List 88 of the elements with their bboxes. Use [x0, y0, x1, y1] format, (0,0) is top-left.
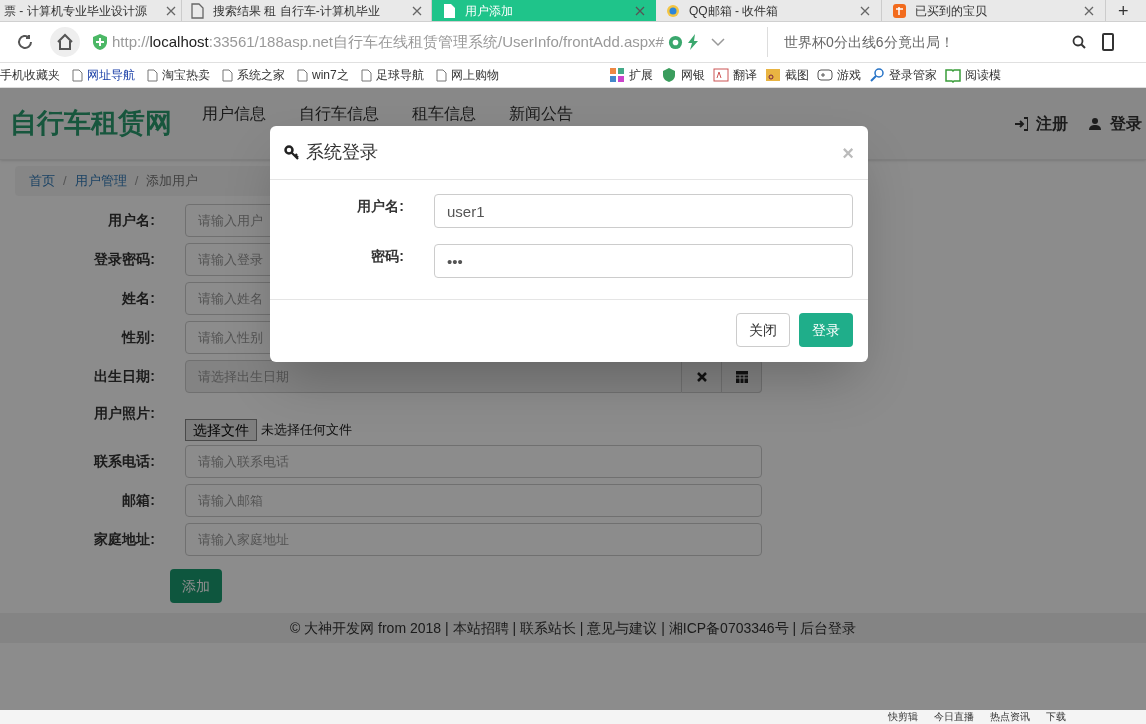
breadcrumb-separator: /: [63, 172, 67, 191]
toolbar-button[interactable]: 截图: [784, 66, 809, 84]
toolbar-button[interactable]: 网银: [680, 66, 705, 84]
home-button[interactable]: [50, 27, 80, 57]
bookmark-link[interactable]: 系统之家: [237, 66, 285, 84]
browser-tab[interactable]: 票 - 计算机专业毕业设计源: [0, 0, 182, 21]
field-label: 出生日期:: [93, 367, 155, 386]
sign-in-icon: [1014, 116, 1028, 131]
page-icon: [442, 2, 457, 19]
nav-link[interactable]: 自行车信息: [299, 102, 379, 126]
toolbar-button[interactable]: 扩展: [628, 66, 653, 84]
field-label: 姓名:: [121, 289, 155, 308]
nav-link[interactable]: 注册: [1036, 111, 1068, 136]
calendar-button[interactable]: [722, 360, 762, 393]
home-icon: [56, 33, 74, 51]
close-button[interactable]: 关闭: [736, 313, 790, 347]
field-label: 性别:: [120, 328, 155, 347]
shield-icon: [92, 33, 108, 51]
bookmark-link[interactable]: win7之: [312, 66, 349, 84]
dialog-title: 系统登录: [306, 141, 378, 164]
field-label: 用户名:: [107, 211, 155, 230]
lightning-icon: [686, 34, 699, 50]
search-hint[interactable]: 世界杯0分出线6分竟出局！: [784, 31, 1064, 53]
nav-link[interactable]: 新闻公告: [509, 102, 573, 126]
close-icon[interactable]: [411, 4, 423, 17]
field-label: 用户照片:: [93, 404, 155, 423]
page-icon: [147, 68, 158, 82]
url-text: http://localhost:33561/188asp.net自行车在线租赁管理系统/UserInfo/frontAdd.aspx#: [112, 31, 664, 52]
text-field[interactable]: user1: [434, 194, 853, 228]
grid-icon: [608, 67, 625, 83]
status-item[interactable]: 下载: [1046, 712, 1066, 722]
close-icon[interactable]: [859, 4, 871, 17]
field-label: 登录密码:: [93, 250, 155, 269]
close-icon[interactable]: [1083, 4, 1095, 17]
mail-icon: [666, 2, 681, 19]
browser-tab[interactable]: QQ邮箱 - 收件箱: [656, 0, 882, 21]
nav-link[interactable]: 用户信息: [202, 102, 266, 126]
breadcrumb-separator: /: [134, 172, 139, 191]
new-tab-button[interactable]: +: [1106, 0, 1141, 21]
clear-button[interactable]: [682, 360, 722, 393]
page-icon: [360, 68, 372, 82]
page-icon: [297, 68, 308, 82]
page-icon: [190, 2, 205, 19]
shop-icon: [892, 2, 907, 19]
browser-tab[interactable]: 已买到的宝贝: [882, 0, 1106, 21]
address-bar[interactable]: http://localhost:33561/188asp.net自行车在线租赁管理系统/UserInfo/frontAdd.aspx#: [88, 27, 768, 57]
close-icon[interactable]: [634, 4, 646, 17]
dropdown-icon[interactable]: [710, 37, 725, 47]
status-item[interactable]: 今日直播: [934, 712, 974, 722]
footer-text: © 大神开发网 from 2018 | 本站招聘 | 联系站长 | 意见与建议 | 湘ICP备0703346号 | 后台登录: [289, 618, 857, 638]
status-item[interactable]: 快剪辑: [888, 712, 918, 722]
page-icon: [222, 68, 233, 82]
bookmark-link[interactable]: 网址导航: [87, 66, 135, 84]
bookmark-link[interactable]: 网上购物: [450, 66, 499, 84]
bookmark-link[interactable]: 手机收藏夹: [0, 66, 60, 84]
nav-link[interactable]: 登录: [1110, 111, 1142, 136]
book-icon: [944, 67, 961, 83]
reload-icon[interactable]: [16, 33, 34, 51]
toolbar-button[interactable]: 阅读模: [964, 66, 1001, 84]
close-icon[interactable]: [165, 4, 177, 17]
bookmark-link[interactable]: 足球导航: [375, 66, 424, 84]
translate-icon: [712, 67, 729, 83]
breadcrumb-current: 添加用户: [146, 172, 199, 191]
toolbar-button[interactable]: 登录管家: [888, 66, 937, 84]
calendar-icon: [734, 369, 749, 384]
gamepad-icon: [816, 67, 833, 83]
field-label: 邮箱:: [121, 491, 155, 510]
field-label: 用户名:: [356, 197, 404, 216]
field-label: 密码:: [370, 247, 404, 266]
search-icon[interactable]: [1072, 35, 1086, 49]
bookmark-link[interactable]: 淘宝热卖: [162, 66, 210, 84]
user-icon: [1088, 116, 1102, 131]
text-field[interactable]: •••: [434, 244, 853, 278]
page-icon: [435, 68, 447, 82]
field-label: 家庭地址:: [93, 530, 155, 549]
tablet-icon[interactable]: [1102, 33, 1114, 51]
toolbar-button[interactable]: 翻译: [732, 66, 757, 84]
choose-file-button[interactable]: 选择文件: [185, 419, 257, 441]
file-status: 未选择任何文件: [261, 421, 352, 440]
field-label: 联系电话:: [92, 452, 155, 471]
nav-link[interactable]: 租车信息: [412, 102, 476, 126]
page-icon: [72, 68, 83, 82]
shield-icon: [660, 67, 677, 83]
key-icon: [284, 144, 300, 161]
magnifier-icon: [868, 67, 885, 83]
status-item[interactable]: 热点资讯: [990, 712, 1030, 722]
toolbar-button[interactable]: 游戏: [836, 66, 861, 84]
clear-icon: [695, 370, 708, 383]
